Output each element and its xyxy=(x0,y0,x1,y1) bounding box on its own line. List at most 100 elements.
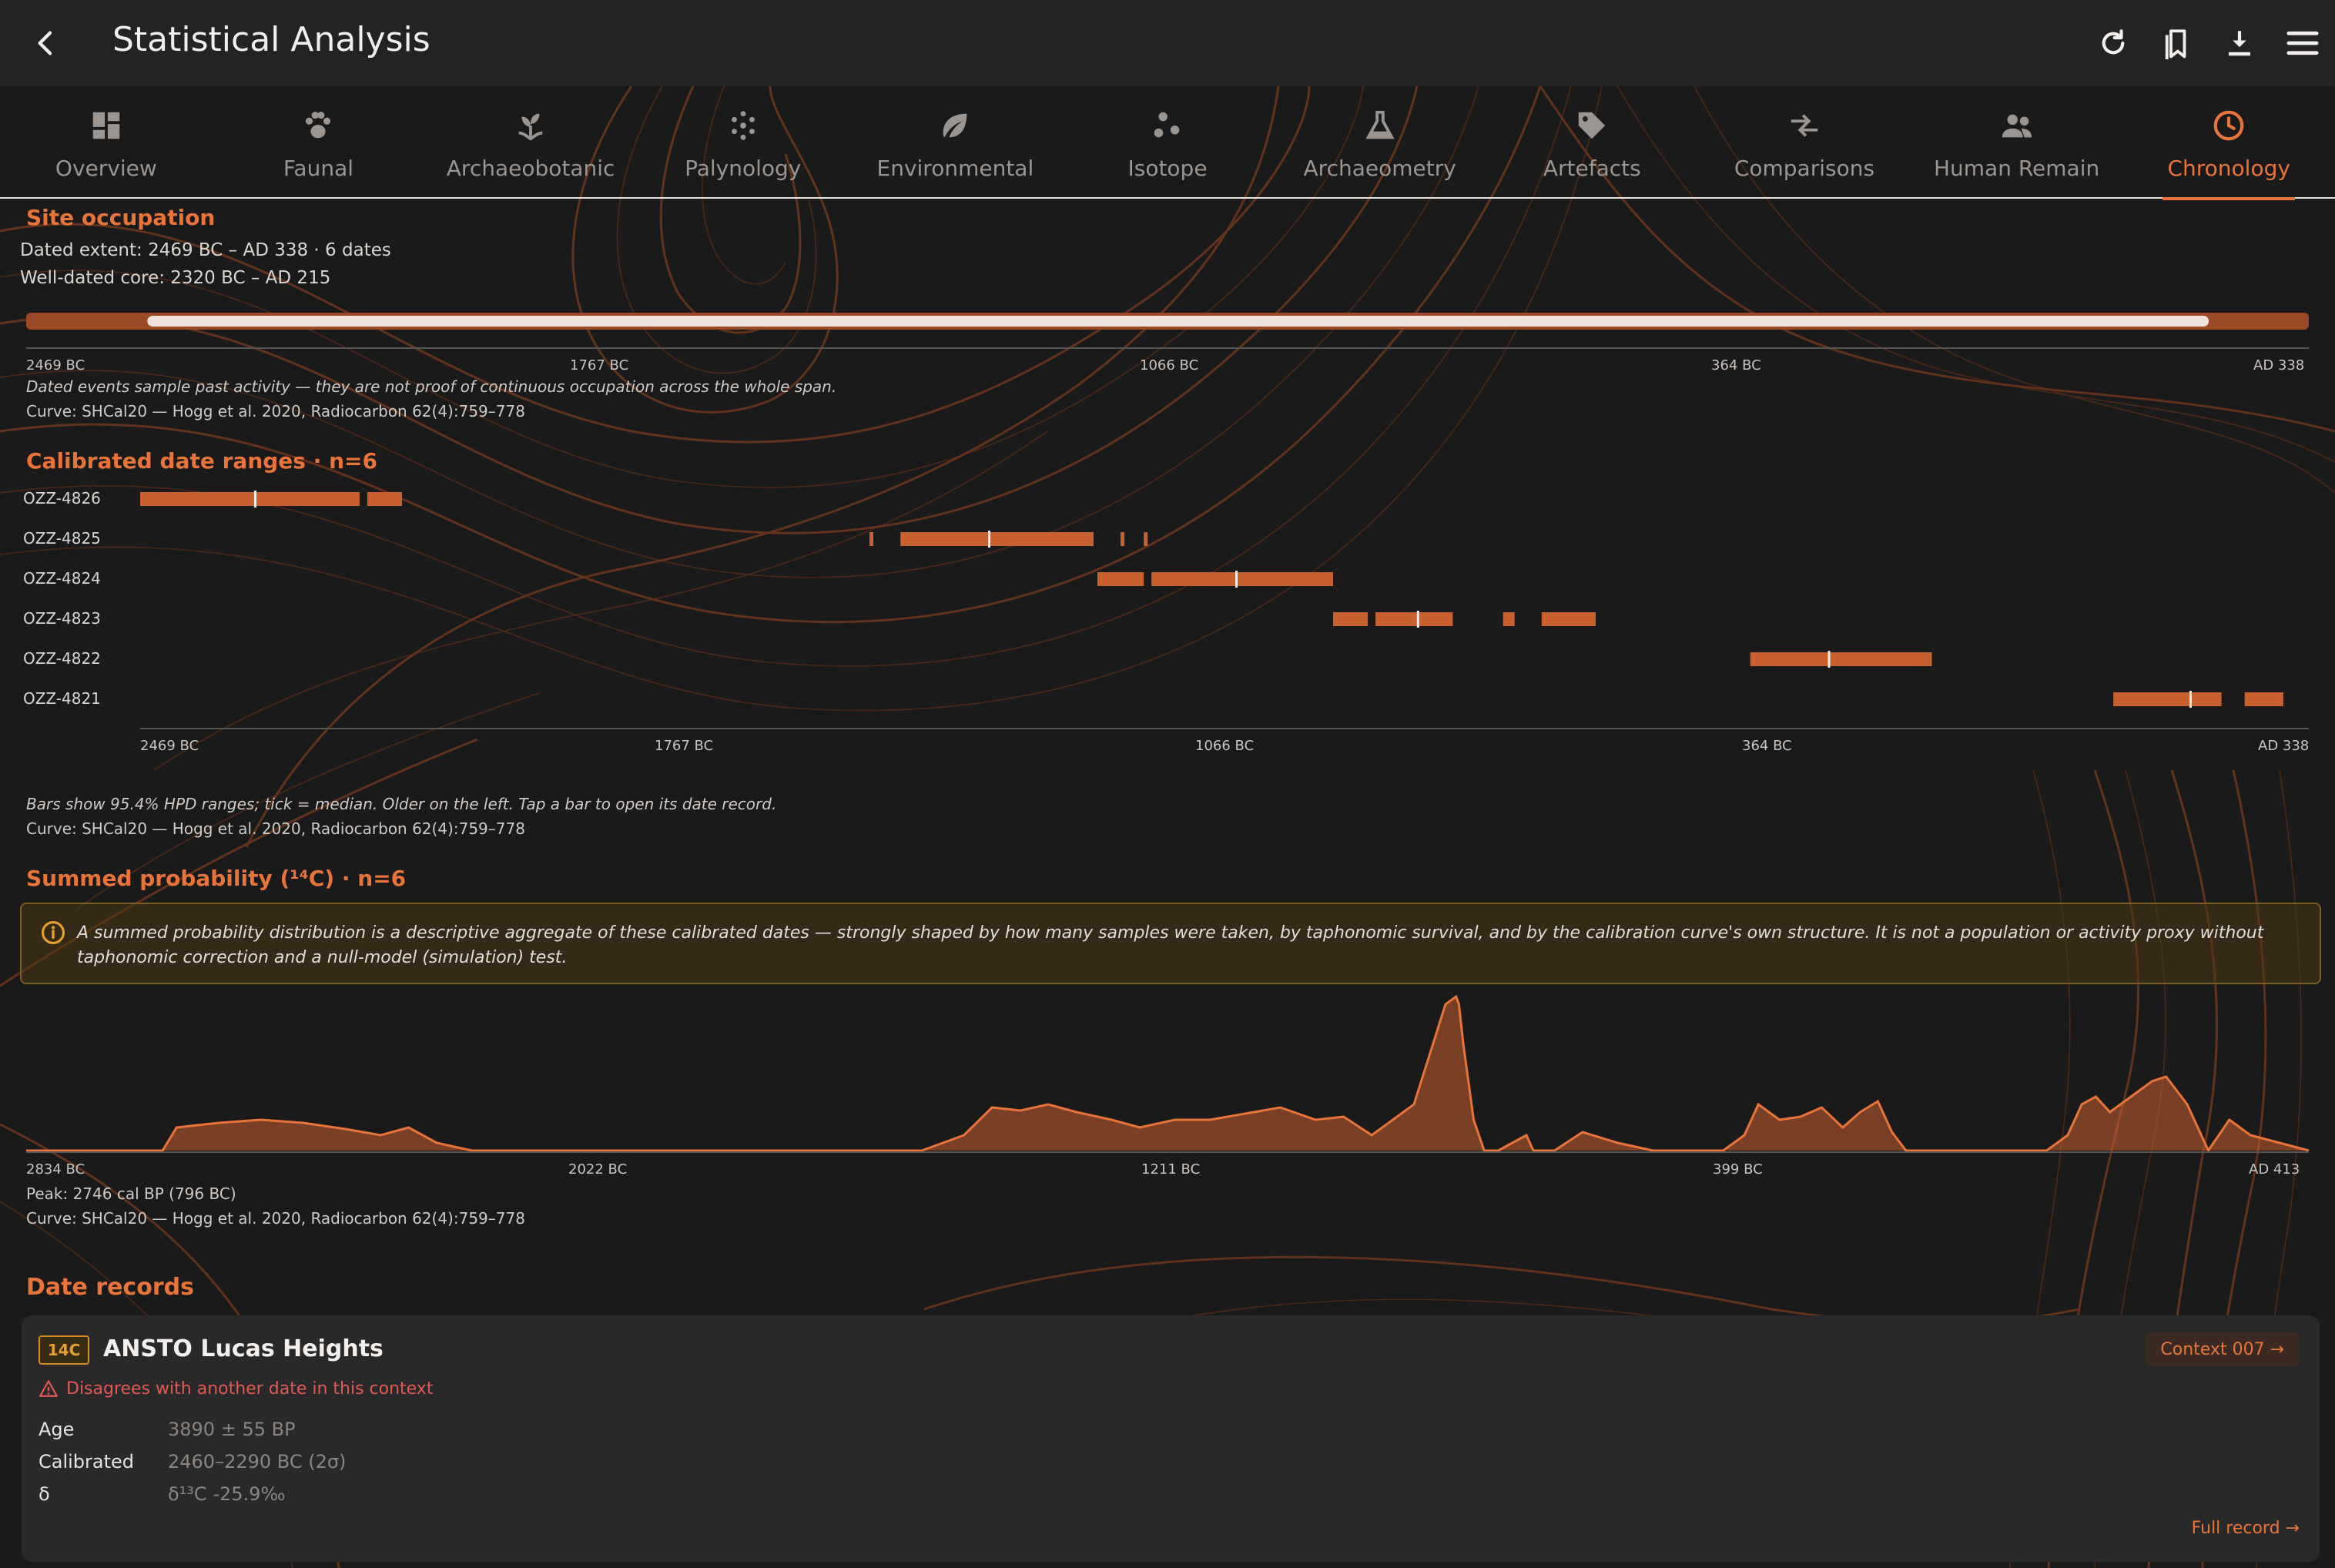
sample-label: OZZ-4825 xyxy=(23,529,101,548)
date-record-card[interactable]: 14C ANSTO Lucas Heights Context 007 → Di… xyxy=(22,1315,2320,1562)
conflict-warning: Disagrees with another date in this cont… xyxy=(39,1379,433,1399)
tab-artefacts[interactable]: Artefacts xyxy=(1486,88,1698,199)
page-title: Statistical Analysis xyxy=(112,20,430,59)
spd-tick-label: AD 413 xyxy=(2249,1161,2300,1178)
site-occupation-title: Site occupation xyxy=(26,205,216,230)
tab-environmental[interactable]: Environmental xyxy=(849,88,1062,199)
age-value: 3890 ± 55 BP xyxy=(168,1419,296,1440)
hpd-range-bar[interactable] xyxy=(900,532,1094,546)
chronology-page: Statistical Analysis Overview Faunal Archa… xyxy=(0,0,2335,1568)
context-link-label: Context 007 → xyxy=(2160,1339,2284,1359)
spd-tick-label: 2022 BC xyxy=(568,1161,628,1178)
clock-icon xyxy=(2211,106,2246,145)
hpd-range-bar[interactable] xyxy=(1097,572,1144,586)
back-button[interactable] xyxy=(26,23,66,63)
method-badge: 14C xyxy=(39,1335,89,1365)
spd-tick-label: 399 BC xyxy=(1713,1161,1763,1178)
full-record-link[interactable]: Full record → xyxy=(2192,1519,2300,1538)
sample-label: OZZ-4822 xyxy=(23,649,101,668)
delta-value: δ¹³C -25.9‰ xyxy=(168,1483,286,1505)
sprout-icon xyxy=(513,106,548,145)
well-dated-core-text: Well-dated core: 2320 BC – AD 215 xyxy=(20,268,331,288)
sample-label: OZZ-4823 xyxy=(23,609,101,628)
bookmarks-icon xyxy=(2165,29,2186,59)
delta-label: δ xyxy=(39,1483,50,1505)
tab-comparisons[interactable]: Comparisons xyxy=(1698,88,1911,199)
pollen-icon xyxy=(725,106,761,145)
occupation-tick-label: AD 338 xyxy=(2253,357,2305,374)
calibrated-ranges-title: Calibrated date ranges · n=6 xyxy=(26,448,377,474)
menu-button[interactable] xyxy=(2283,22,2323,65)
tab-palynology[interactable]: Palynology xyxy=(637,88,849,199)
spd-area xyxy=(26,997,2309,1151)
bookmarks-button[interactable] xyxy=(2156,22,2196,65)
age-label: Age xyxy=(39,1419,75,1440)
sample-label: OZZ-4826 xyxy=(23,489,101,508)
hpd-range-bar[interactable] xyxy=(1333,612,1369,626)
refresh-button[interactable] xyxy=(2093,22,2133,65)
tab-label: Archaeometry xyxy=(1303,156,1456,181)
tab-chronology[interactable]: Chronology xyxy=(2122,88,2335,200)
tab-isotope[interactable]: Isotope xyxy=(1061,88,1274,199)
download-icon xyxy=(2229,31,2250,56)
tab-archaeometry[interactable]: Archaeometry xyxy=(1274,88,1486,199)
hpd-range-bar[interactable] xyxy=(1750,652,1932,666)
date-records-title: Date records xyxy=(26,1274,194,1301)
spd-curve-citation: Curve: SHCal20 — Hogg et al. 2020, Radio… xyxy=(26,1209,525,1228)
people-icon xyxy=(1999,106,2035,145)
tab-label: Overview xyxy=(55,156,157,181)
tab-label: Faunal xyxy=(283,156,354,181)
hpd-range-bar[interactable] xyxy=(1151,572,1333,586)
sample-label: OZZ-4824 xyxy=(23,569,101,588)
calibrated-tick-label: 1066 BC xyxy=(1195,738,1255,754)
tag-icon xyxy=(1574,106,1610,145)
spd-caveat-notice: A summed probability distribution is a d… xyxy=(20,903,2321,984)
lab-name: ANSTO Lucas Heights xyxy=(103,1335,384,1362)
spd-tick-label: 1211 BC xyxy=(1141,1161,1201,1178)
compare-icon xyxy=(1787,106,1822,145)
app-bar: Statistical Analysis xyxy=(0,0,2335,86)
hpd-range-bar[interactable] xyxy=(2113,692,2222,706)
hpd-range-bar[interactable] xyxy=(1375,612,1453,626)
context-link-button[interactable]: Context 007 → xyxy=(2145,1332,2300,1366)
hpd-range-bar[interactable] xyxy=(1503,612,1515,626)
hpd-range-bar[interactable] xyxy=(367,492,402,506)
spd-caveat-text: A summed probability distribution is a d… xyxy=(77,923,2264,967)
tab-label: Human Remain xyxy=(1933,156,2100,181)
download-button[interactable] xyxy=(2219,22,2260,65)
tab-label: Isotope xyxy=(1127,156,1208,181)
paw-icon xyxy=(300,106,336,145)
occupation-tick-label: 2469 BC xyxy=(26,357,85,374)
tab-faunal[interactable]: Faunal xyxy=(213,88,425,199)
hpd-range-bar[interactable] xyxy=(1121,532,1125,546)
hpd-range-bar[interactable] xyxy=(1144,532,1148,546)
calibrated-tick-label: 364 BC xyxy=(1742,738,1792,754)
tab-archaeobotanic[interactable]: Archaeobotanic xyxy=(424,88,637,199)
calibrated-tick-label: AD 338 xyxy=(2258,738,2310,754)
calibrated-label: Calibrated xyxy=(39,1451,135,1473)
calibrated-ranges-chart xyxy=(140,491,2309,729)
tab-label: Artefacts xyxy=(1543,156,1641,181)
warning-triangle-icon xyxy=(39,1380,58,1397)
sample-label: OZZ-4821 xyxy=(23,689,101,708)
tab-overview[interactable]: Overview xyxy=(0,88,213,199)
summed-probability-chart xyxy=(26,994,2310,1154)
tab-label: Palynology xyxy=(685,156,802,181)
tab-human-remain[interactable]: Human Remain xyxy=(1911,88,2123,199)
refresh-icon xyxy=(2102,29,2125,55)
hpd-range-bar[interactable] xyxy=(1541,612,1596,626)
hpd-range-bar[interactable] xyxy=(140,492,360,506)
info-icon xyxy=(41,920,65,945)
calibrated-curve-citation: Curve: SHCal20 — Hogg et al. 2020, Radio… xyxy=(26,819,525,838)
core-bar xyxy=(147,316,2209,327)
spd-tick-label: 2834 BC xyxy=(26,1161,85,1178)
grid-icon xyxy=(89,106,124,145)
occupation-note: Dated events sample past activity — they… xyxy=(26,377,837,396)
tab-label: Chronology xyxy=(2167,156,2290,181)
hpd-range-bar[interactable] xyxy=(869,532,873,546)
tab-label: Archaeobotanic xyxy=(446,156,615,181)
tab-label: Comparisons xyxy=(1734,156,1875,181)
hpd-range-bar[interactable] xyxy=(2244,692,2283,706)
flask-icon xyxy=(1362,106,1398,145)
calibrated-value: 2460–2290 BC (2σ) xyxy=(168,1451,347,1473)
